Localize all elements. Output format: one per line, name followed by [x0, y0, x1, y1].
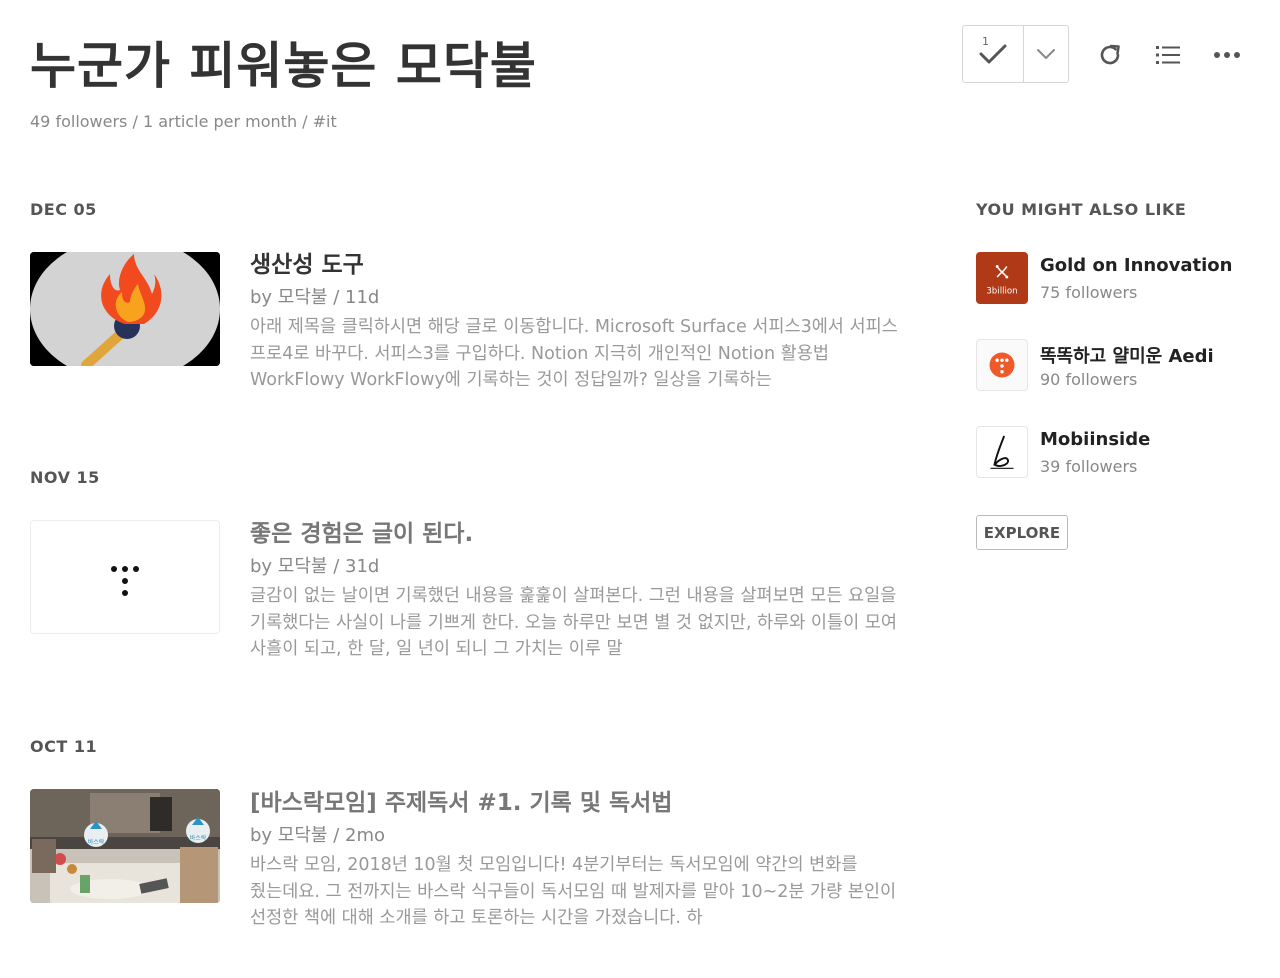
article-thumbnail[interactable] [30, 252, 220, 366]
3billion-logo-icon: 3billion [976, 252, 1028, 304]
chevron-down-icon [1037, 49, 1055, 59]
dots-logo-icon [111, 566, 139, 596]
article-title[interactable]: 좋은 경험은 글이 된다. [250, 519, 920, 549]
date-label: DEC 05 [30, 200, 97, 219]
page-title: 누군가 피워놓은 모닥불 [30, 37, 537, 95]
article-excerpt[interactable]: 아래 제목을 클릭하시면 해당 글로 이동합니다. Microsoft Surf… [250, 314, 920, 394]
unread-count: 1 [982, 35, 989, 48]
recommendation-item[interactable]: Mobiinside 39 followers [976, 426, 1266, 480]
article-title[interactable]: [바스락모임] 주제독서 #1. 기록 및 독서법 [250, 788, 920, 818]
article-excerpt[interactable]: 바스락 모임, 2018년 10월 첫 모임입니다! 4분기부터는 독서모임에 … [250, 852, 920, 932]
recommendation-item[interactable]: 똑똑하고 얄미운 Aedi 90 followers [976, 339, 1266, 393]
article-item: [바스락모임] 주제독서 #1. 기록 및 독서법 by 모닥불 / 2mo 바… [250, 788, 920, 932]
meeting-photo: 바스락 바스락 [30, 789, 220, 903]
date-label: OCT 11 [30, 737, 98, 756]
article-item: 좋은 경험은 글이 된다. by 모닥불 / 31d 글감이 없는 날이면 기록… [250, 519, 920, 663]
mark-read-button[interactable]: 1 [963, 26, 1024, 82]
recommendation-followers: 90 followers [1040, 370, 1138, 389]
article-byline: by 모닥불 / 31d [250, 556, 380, 577]
blog-meta: 49 followers / 1 article per month / #it [30, 112, 337, 131]
explore-button[interactable]: EXPLORE [976, 515, 1068, 550]
article-byline: by 모닥불 / 11d [250, 287, 380, 308]
recommendation-name: Mobiinside [1040, 429, 1151, 450]
photo-badge: 바스락 [88, 838, 105, 846]
list-view-button[interactable] [1152, 39, 1184, 71]
logo-text: 3billion [986, 286, 1017, 296]
recommendation-name: 똑똑하고 얄미운 Aedi [1040, 346, 1214, 367]
date-label: NOV 15 [30, 468, 100, 487]
recommendation-followers: 75 followers [1040, 283, 1138, 302]
match-flame-illustration [30, 252, 220, 366]
aedi-logo-icon [976, 339, 1028, 391]
mobiinside-logo-icon [976, 426, 1028, 478]
more-icon [1214, 52, 1240, 58]
read-options-dropdown[interactable] [1024, 26, 1068, 82]
list-icon [1156, 46, 1180, 64]
article-byline: by 모닥불 / 2mo [250, 825, 385, 846]
article-title[interactable]: 생산성 도구 [250, 250, 920, 280]
article-excerpt[interactable]: 글감이 없는 날이면 기록했던 내용을 훑훑이 살펴본다. 그런 내용을 살펴보… [250, 583, 920, 663]
refresh-icon [1100, 44, 1120, 65]
refresh-button[interactable] [1094, 39, 1126, 71]
read-toggle-group: 1 [962, 25, 1069, 83]
article-thumbnail[interactable] [30, 520, 220, 634]
article-thumbnail[interactable]: 바스락 바스락 [30, 789, 220, 903]
recommendation-name: Gold on Innovation [1040, 255, 1233, 276]
recommendations-heading: YOU MIGHT ALSO LIKE [976, 200, 1187, 219]
article-item: 생산성 도구 by 모닥불 / 11d 아래 제목을 클릭하시면 해당 글로 이… [250, 250, 920, 394]
more-button[interactable] [1211, 39, 1243, 71]
photo-badge: 바스락 [190, 834, 207, 842]
recommendation-followers: 39 followers [1040, 457, 1138, 476]
recommendation-item[interactable]: 3billion Gold on Innovation 75 followers [976, 252, 1266, 306]
